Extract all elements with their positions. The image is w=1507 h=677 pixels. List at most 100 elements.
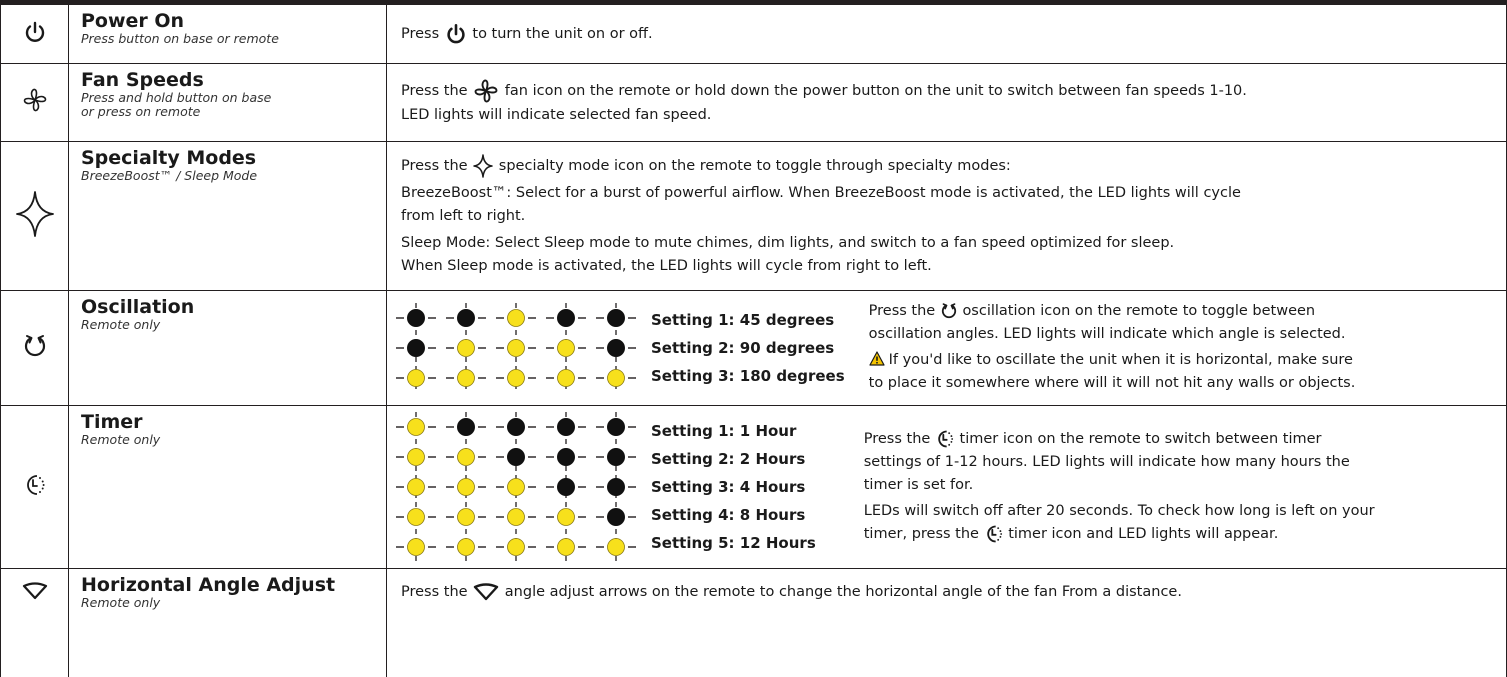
oscillation-led-off	[557, 308, 575, 327]
specialty-boost-line2: from left to right.	[401, 207, 526, 224]
timer-icon	[26, 474, 45, 495]
sparkle-icon-cell	[0, 140, 69, 291]
timer-led-on	[557, 537, 575, 556]
row-oscillation: Oscillation Remote only Setting 1: 45 de…	[0, 289, 1507, 406]
timer-text5-before: timer, press the	[863, 525, 979, 542]
timer-icon	[938, 430, 954, 447]
power-feature-cell: Power On Press button on base or remote	[68, 5, 387, 64]
power-title: Power On	[81, 10, 185, 32]
power-subtitle: Press button on base or remote	[81, 31, 279, 46]
oscillation-led-off	[607, 308, 625, 327]
osc-text1-before: Press the	[868, 303, 936, 319]
timer-text3: timer is set for.	[863, 476, 974, 493]
timer-setting-5: Setting 5: 12 Hours	[651, 529, 816, 557]
timer-setting-3: Setting 3: 4 Hours	[651, 473, 816, 501]
timer-led-on	[557, 507, 575, 526]
osc-warn-2: to place it somewhere where will it will…	[868, 375, 1356, 391]
oscillation-setting-2: Setting 2: 90 degrees	[651, 334, 845, 362]
timer-title: Timer	[81, 410, 143, 433]
setting-label: Setting 3:	[651, 366, 735, 385]
setting-label: Setting 1:	[651, 421, 735, 440]
fan-line2: LED lights will indicate selected fan sp…	[401, 106, 712, 123]
row-horizontal-angle-adjust: Horizontal Angle Adjust Remote only Pres…	[0, 567, 1507, 677]
timer-led-off	[457, 417, 475, 436]
fan-icon-cell	[0, 62, 69, 142]
timer-led-on	[507, 537, 525, 556]
timer-led-on	[407, 447, 425, 466]
fan-line1-after: fan icon on the remote or hold down the …	[504, 82, 1247, 99]
setting-value: 90 degrees	[739, 338, 835, 357]
sparkle-icon	[473, 153, 493, 178]
timer-led-on	[457, 477, 475, 496]
timer-description: Setting 1: 1 Hour Setting 2: 2 Hours Set…	[386, 404, 1507, 569]
timer-led-on	[407, 507, 425, 526]
setting-value: 2 Hours	[739, 449, 806, 468]
angle-title: Horizontal Angle Adjust	[81, 573, 336, 596]
timer-led-off	[607, 447, 625, 466]
sparkle-icon	[15, 190, 54, 237]
specialty-feature-cell: Specialty Modes BreezeBoost™ / Sleep Mod…	[68, 140, 387, 291]
timer-led-off	[557, 417, 575, 436]
timer-led-on	[607, 537, 625, 556]
osc-warn-1: If you'd like to oscillate the unit when…	[888, 352, 1353, 368]
oscillation-led-on	[507, 308, 525, 327]
fan-subtitle-2: or press on remote	[81, 103, 201, 119]
oscillation-led-grid	[396, 302, 636, 393]
timer-text4: LEDs will switch off after 20 seconds. T…	[863, 502, 1375, 519]
timer-led-on	[507, 477, 525, 496]
timer-led-off	[507, 447, 525, 466]
setting-label: Setting 3:	[651, 477, 735, 496]
timer-feature-cell: Timer Remote only	[68, 404, 387, 569]
oscillation-icon	[941, 303, 956, 319]
fan-icon	[474, 79, 498, 102]
oscillation-led-on	[557, 338, 575, 357]
oscillation-led-off	[407, 308, 425, 327]
angle-description: Press the angle adjust arrows on the rem…	[386, 567, 1507, 677]
fan-icon	[23, 88, 46, 112]
specialty-title: Specialty Modes	[81, 146, 257, 169]
setting-label: Setting 5:	[651, 533, 735, 552]
row-timer: Timer Remote only Setting 1: 1 Hour Sett…	[0, 404, 1507, 569]
oscillation-led-on	[607, 368, 625, 387]
oscillation-led-off	[607, 338, 625, 357]
osc-text2: oscillation angles. LED lights will indi…	[868, 326, 1346, 342]
oscillation-description: Setting 1: 45 degrees Setting 2: 90 degr…	[386, 289, 1507, 406]
timer-side-text: Press the timer icon on the remote to sw…	[864, 428, 1506, 546]
specialty-line1-after: specialty mode icon on the remote to tog…	[498, 157, 1011, 174]
timer-led-off	[607, 507, 625, 526]
oscillation-led-off	[457, 308, 475, 327]
row-fan-speeds: Fan Speeds Press and hold button on base…	[0, 62, 1507, 142]
row-power: Power On Press button on base or remote …	[0, 5, 1507, 64]
specialty-description: Press the specialty mode icon on the rem…	[386, 140, 1507, 291]
power-icon	[447, 23, 465, 44]
angle-subtitle: Remote only	[81, 594, 161, 610]
setting-label: Setting 4:	[651, 505, 735, 524]
setting-value: 4 Hours	[739, 477, 806, 496]
angle-feature-cell: Horizontal Angle Adjust Remote only	[68, 567, 387, 677]
setting-value: 8 Hours	[739, 505, 806, 524]
fan-feature-cell: Fan Speeds Press and hold button on base…	[68, 62, 387, 142]
oscillation-led-on	[557, 368, 575, 387]
oscillation-led-on	[457, 368, 475, 387]
oscillation-side-text: Press the oscillation icon on the remote…	[869, 300, 1506, 395]
timer-led-off	[607, 417, 625, 436]
timer-led-grid	[396, 411, 636, 562]
timer-subtitle: Remote only	[81, 431, 161, 447]
specialty-boost-line1: BreezeBoost™: Select for a burst of powe…	[401, 184, 1241, 201]
power-icon	[25, 21, 44, 42]
oscillation-subtitle: Remote only	[81, 316, 161, 332]
oscillation-led-on	[507, 368, 525, 387]
power-text-before: Press	[401, 25, 440, 42]
row-specialty-modes: Specialty Modes BreezeBoost™ / Sleep Mod…	[0, 140, 1507, 291]
oscillation-led-on	[457, 338, 475, 357]
timer-led-on	[407, 417, 425, 436]
timer-led-on	[507, 507, 525, 526]
setting-value: 12 Hours	[739, 533, 816, 552]
timer-led-off	[557, 447, 575, 466]
oscillation-led-off	[407, 338, 425, 357]
oscillation-icon	[24, 334, 45, 356]
oscillation-setting-3: Setting 3: 180 degrees	[651, 362, 845, 390]
angle-text-after: angle adjust arrows on the remote to cha…	[504, 583, 1182, 600]
specialty-subtitle: BreezeBoost™ / Sleep Mode	[81, 167, 258, 183]
timer-text5-after: timer icon and LED lights will appear.	[1008, 525, 1279, 542]
